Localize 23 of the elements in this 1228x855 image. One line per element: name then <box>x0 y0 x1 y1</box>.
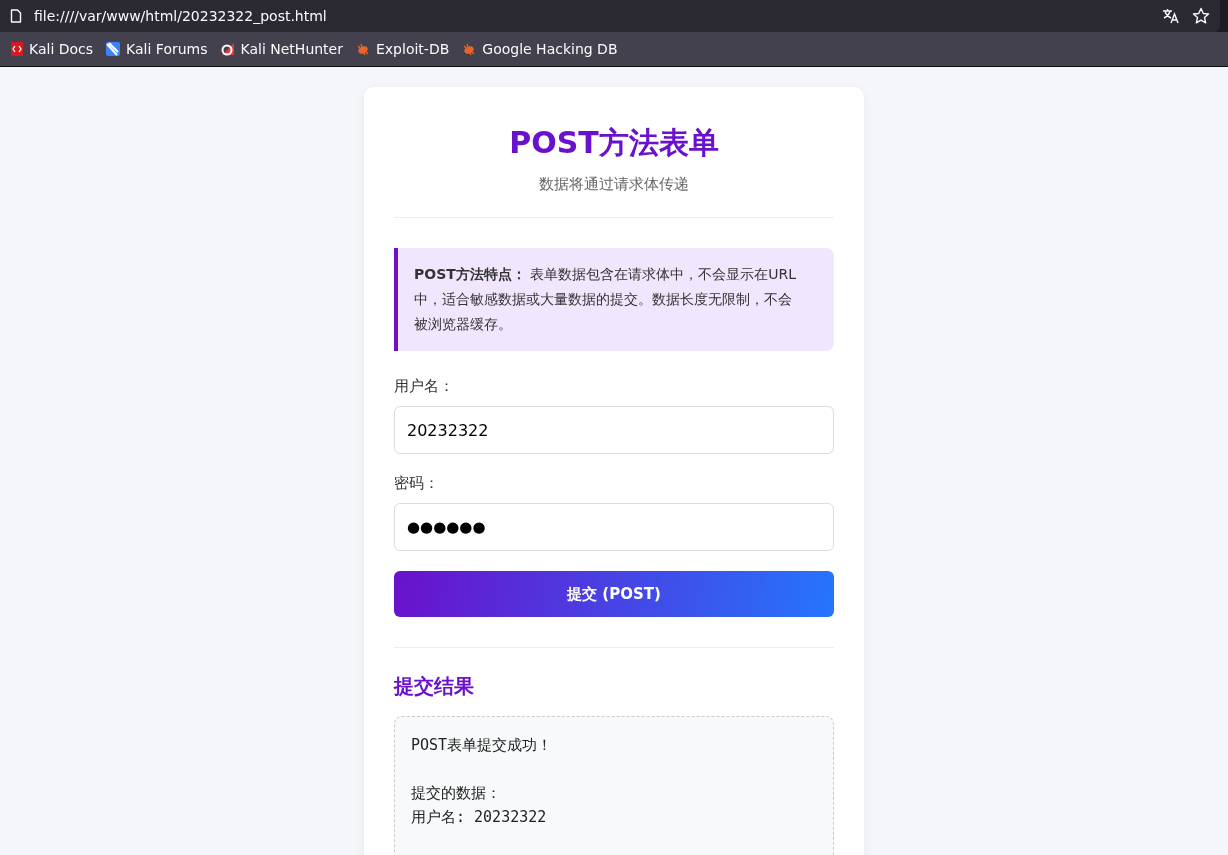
password-field[interactable]: ●●●●●● <box>394 503 834 551</box>
bookmark-link[interactable]: Kali NetHunter <box>219 41 343 57</box>
url-text: file:////var/www/html/20232322_post.html <box>34 8 327 24</box>
form-title: POST方法表单 <box>508 124 720 162</box>
result-message: POST表单提交成功！ <box>411 735 554 756</box>
address-bar[interactable]: file:////var/www/html/20232322_post.html <box>0 0 1220 32</box>
submit-button[interactable]: 提交 (POST) <box>394 571 834 617</box>
result-line: 用户名: 20232322 <box>411 807 548 828</box>
document-icon <box>10 9 22 23</box>
bookmark-link[interactable]: Kali Docs <box>10 41 94 57</box>
form-subtitle: 数据将通过请求体传递 <box>538 174 690 195</box>
bug-icon <box>355 42 371 56</box>
bookmark-link[interactable]: Google Hacking DB <box>461 41 618 57</box>
star-icon[interactable] <box>1192 7 1210 25</box>
bookmark-link[interactable]: Kali Forums <box>105 41 208 57</box>
info-text: POST方法特点： 表单数据包含在请求体中，不会显示在URL中，适合敏感数据或大量数据的提交。数据长度无限制，不会被浏览器缓存。 <box>414 265 798 334</box>
translate-icon[interactable] <box>1162 8 1180 24</box>
field-label: 密码： <box>394 474 439 493</box>
bookmark-link[interactable]: Exploit-DB <box>355 41 450 57</box>
result-line: 提交的数据： <box>411 783 502 804</box>
field-label: 用户名： <box>394 377 454 396</box>
result-heading: 提交结果 <box>394 673 475 700</box>
input-field[interactable]: 20232322 <box>394 406 834 454</box>
